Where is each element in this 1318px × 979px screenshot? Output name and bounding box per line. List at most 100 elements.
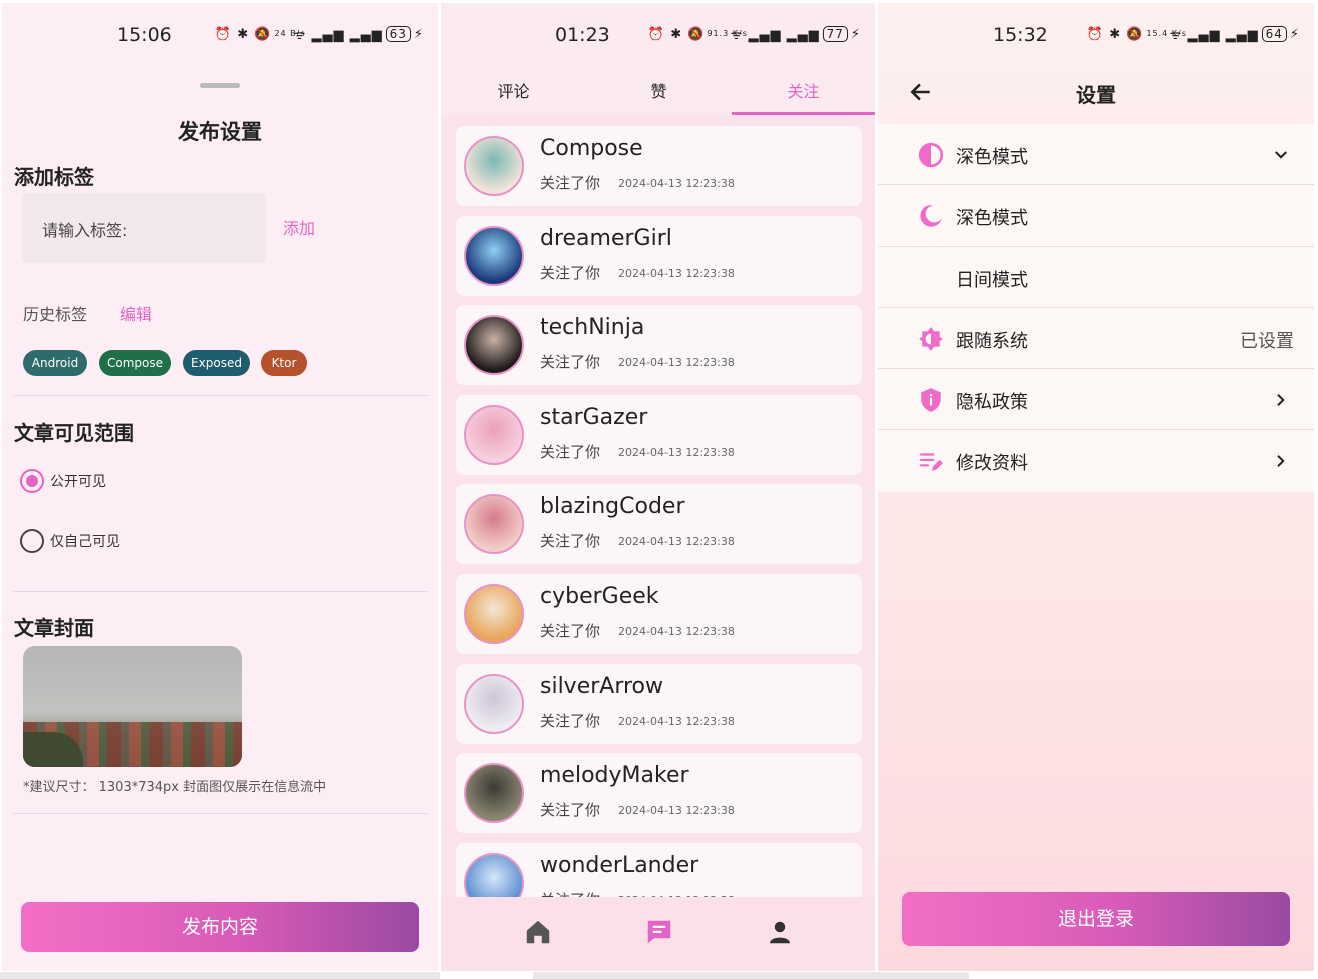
bottom-nav (441, 897, 875, 971)
tab-bar: 评论 赞 关注 (441, 59, 875, 115)
tag-chip-exposed[interactable]: Exposed (183, 350, 250, 376)
tab-likes[interactable]: 赞 (586, 78, 731, 102)
follower-name: silverArrow (540, 673, 664, 699)
follow-item[interactable]: Compose 关注了你 2024-04-13 12:23:38 (456, 126, 862, 206)
follow-action: 关注了你 (540, 711, 601, 730)
tab-indicator (732, 112, 875, 115)
logout-button[interactable]: 退出登录 (902, 892, 1290, 946)
avatar[interactable] (464, 852, 524, 903)
cover-image[interactable] (23, 646, 242, 767)
follow-action: 关注了你 (540, 263, 601, 282)
settings-row-day-mode[interactable]: 日间模式 (878, 247, 1314, 308)
screenshot-edge (0, 972, 440, 979)
follow-time: 2024-04-13 12:23:38 (618, 714, 735, 728)
status-icons: ⏰ ✱ 🔕 15.4 K/s ᯤ ▂▄▆ ▂▄▆ 64 ⚡ (1086, 26, 1300, 43)
follow-time: 2024-04-13 12:23:38 (618, 535, 735, 549)
battery-level: 64 (1261, 26, 1287, 42)
status-time: 15:06 (117, 24, 172, 46)
settings-row-label: 日间模式 (956, 269, 1028, 291)
follower-name: dreamerGirl (540, 225, 672, 251)
divider (13, 813, 428, 814)
message-icon[interactable] (644, 917, 674, 947)
settings-row-label: 深色模式 (956, 208, 1028, 230)
follow-item[interactable]: wonderLander关注了你2024-04-13 12:23:38 (456, 842, 862, 903)
visibility-heading: 文章可见范围 (14, 421, 134, 445)
add-tag-button[interactable]: 添加 (283, 215, 315, 239)
sheet-drag-handle[interactable] (200, 83, 240, 88)
settings-row-value: 已设置 (1240, 330, 1294, 352)
follow-item[interactable]: techNinja 关注了你 2024-04-13 12:23:38 (456, 305, 862, 386)
settings-row-dark-mode[interactable]: 深色模式 (878, 185, 1314, 247)
follow-time: 2024-04-13 12:23:38 (618, 266, 735, 280)
visibility-option-private[interactable]: 仅自己可见 (20, 529, 120, 553)
settings-row-label: 修改资料 (956, 453, 1028, 475)
follower-name: blazingCoder (540, 494, 685, 520)
follow-item[interactable]: silverArrow 关注了你 2024-04-13 12:23:38 (456, 663, 862, 744)
settings-row-edit-profile[interactable]: 修改资料 (878, 430, 1314, 491)
publish-button[interactable]: 发布内容 (21, 902, 419, 952)
page-title: 发布设置 (178, 120, 262, 144)
avatar[interactable] (464, 136, 524, 196)
edit-tags-button[interactable]: 编辑 (120, 301, 152, 325)
avatar[interactable] (464, 763, 524, 824)
visibility-option-label: 公开可见 (50, 474, 106, 490)
follow-item[interactable]: starGazer 关注了你 2024-04-13 12:23:38 (456, 394, 862, 475)
follower-name: melodyMaker (540, 763, 689, 789)
follow-item[interactable]: cyberGeek 关注了你 2024-04-13 12:23:38 (456, 574, 862, 654)
divider (13, 591, 428, 592)
status-icons: ⏰ ✱ 🔕 91.3 K/s ᯤ ▂▄▆ ▂▄▆ 77 ⚡ (647, 26, 861, 43)
follow-time: 2024-04-13 12:23:38 (618, 804, 735, 818)
home-icon[interactable] (523, 917, 553, 947)
settings-row-label: 跟随系统 (956, 330, 1028, 352)
add-tag-heading: 添加标签 (14, 165, 94, 189)
visibility-option-public[interactable]: 公开可见 (20, 469, 106, 493)
follower-name: starGazer (540, 404, 648, 430)
tab-comments[interactable]: 评论 (441, 78, 586, 102)
avatar[interactable] (464, 584, 524, 644)
screenshot-edge (533, 972, 969, 979)
chevron-right-icon (1277, 394, 1285, 407)
radio-unselected[interactable] (20, 529, 44, 553)
tag-chip-android[interactable]: Android (23, 350, 87, 376)
avatar[interactable] (464, 494, 524, 555)
moon-icon (920, 205, 942, 227)
follow-time: 2024-04-13 12:23:38 (618, 356, 735, 370)
person-icon[interactable] (765, 917, 795, 947)
settings-row-privacy-policy[interactable]: 隐私政策 (878, 369, 1314, 431)
follow-item[interactable]: melodyMaker 关注了你 2024-04-13 12:23:38 (456, 753, 862, 834)
crescent-icon (926, 266, 938, 289)
follow-action: 关注了你 (540, 622, 601, 640)
net-speed: 24 B/s (274, 29, 306, 38)
settings-row-label: 隐私政策 (956, 392, 1028, 414)
settings-screen: 15:32 ⏰ ✱ 🔕 15.4 K/s ᯤ ▂▄▆ ▂▄▆ 64 ⚡ 设置 深色… (878, 3, 1314, 971)
follow-action: 关注了你 (540, 801, 601, 820)
tag-input[interactable]: 请输入标签: (22, 193, 266, 263)
settings-row-follow-system[interactable]: 跟随系统 已设置 (878, 308, 1314, 370)
follow-item[interactable]: dreamerGirl 关注了你 2024-04-13 12:23:38 (456, 215, 862, 296)
battery-level: 63 (385, 26, 411, 42)
tag-chip-compose[interactable]: Compose (99, 350, 171, 376)
avatar[interactable] (464, 673, 524, 734)
avatar[interactable] (464, 404, 524, 465)
history-tags-label: 历史标签 (23, 305, 88, 324)
visibility-option-label: 仅自己可见 (50, 534, 120, 550)
status-bar: 15:06 ⏰ ✱ 🔕 24 B/s ᯤ ▂▄▆ ▂▄▆ 63 ⚡ (2, 3, 438, 59)
follower-name: cyberGeek (540, 584, 659, 609)
follower-name: techNinja (540, 315, 645, 341)
avatar[interactable] (464, 315, 524, 376)
cover-size-hint: *建议尺寸： 1303*734px 封面图仅展示在信息流中 (23, 780, 327, 795)
follow-time: 2024-04-13 12:23:38 (618, 177, 735, 190)
tag-chip-ktor[interactable]: Ktor (261, 350, 307, 376)
radio-selected[interactable] (20, 469, 44, 493)
shield-icon (921, 388, 941, 413)
edit-list-icon (920, 453, 943, 472)
tab-follows[interactable]: 关注 (731, 78, 875, 102)
settings-row-dark-mode-dropdown[interactable]: 深色模式 (878, 124, 1314, 186)
follow-item[interactable]: blazingCoder 关注了你 2024-04-13 12:23:38 (456, 484, 862, 565)
follow-action: 关注了你 (540, 174, 601, 192)
chevron-down-icon (1275, 151, 1287, 159)
publish-settings-screen: 15:06 ⏰ ✱ 🔕 24 B/s ᯤ ▂▄▆ ▂▄▆ 63 ⚡ 发布设置 添加… (2, 3, 438, 971)
divider (13, 395, 428, 396)
avatar[interactable] (464, 225, 524, 286)
net-speed: 15.4 K/s (1146, 29, 1187, 38)
